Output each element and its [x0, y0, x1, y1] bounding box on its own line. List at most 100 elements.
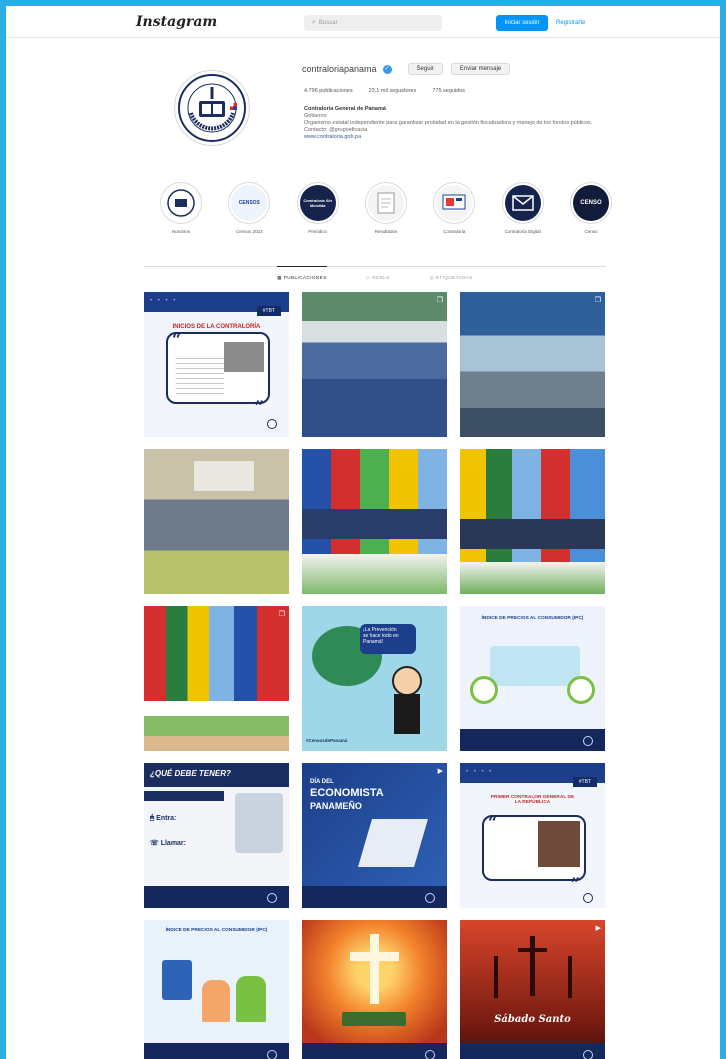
hand-photo	[235, 793, 283, 853]
person-illustration	[202, 980, 230, 1022]
post-dots: • • • •	[150, 298, 178, 304]
post-ipc[interactable]: ÍNDICE DE PRECIOS AL CONSUMIDOR (IPC)	[460, 606, 605, 751]
profile-stats: 4.796 publicaciones 23,1 mil seguidores …	[304, 88, 465, 94]
speech-banner: ¡La Prevención se hace todo en Panamá!	[360, 624, 416, 654]
highlight-cover: Contraloría Sin Mordida	[299, 185, 336, 221]
bio-website-link[interactable]: www.contraloria.gob.pa	[304, 134, 612, 141]
flower-row	[302, 554, 447, 594]
profile-avatar[interactable]	[174, 70, 250, 146]
signup-link[interactable]: Registrarte	[556, 15, 585, 31]
laptop-photo	[358, 819, 428, 867]
highlight-ring	[433, 182, 476, 224]
quote-close-icon: ”	[254, 397, 264, 416]
highlight-label: Periódico	[308, 229, 328, 234]
post-flags-panel-2[interactable]	[460, 449, 605, 594]
post-ipc-2[interactable]: ÍNDICE DE PRECIOS AL CONSUMIDOR (IPC)	[144, 920, 289, 1059]
posts-grid: • • • • #TBT INICIOS DE LA CONTRALORÍA “…	[144, 292, 606, 1059]
llamar-label: ☏ Llamar:	[150, 840, 186, 847]
seal-icon	[163, 185, 199, 221]
instagram-logo[interactable]: Instagram	[136, 14, 217, 30]
carousel-icon: ❐	[278, 611, 285, 618]
tab-tagged-label: ETIQUETADAS	[435, 275, 473, 280]
followers-count[interactable]: 23,1 mil seguidores	[369, 88, 417, 94]
logo-icon	[583, 893, 593, 903]
follow-button[interactable]: Seguir	[407, 63, 443, 75]
highlight-label: Contraloría Digital	[504, 229, 541, 234]
screen-icon	[436, 185, 473, 221]
login-button[interactable]: Iniciar sesión	[496, 15, 548, 31]
highlight-ring	[364, 182, 407, 224]
post-tag: #TBT	[572, 777, 597, 787]
post-flags-panel[interactable]	[302, 449, 447, 594]
card-graphic	[490, 646, 580, 686]
carousel-icon: ❐	[436, 297, 443, 304]
logo-icon	[267, 419, 277, 429]
logo-icon	[583, 736, 593, 746]
tab-tagged[interactable]: ◎ ETIQUETADAS	[430, 267, 473, 281]
person-illustration-2	[236, 976, 266, 1022]
post-title: PRIMER CONTRALOR GENERAL DE LA REPÚBLICA	[490, 795, 575, 805]
message-button[interactable]: Enviar mensaje	[450, 63, 511, 75]
quote-bubble: “ ”	[166, 330, 270, 416]
search-placeholder: Buscar	[318, 20, 338, 26]
highlight-resultados[interactable]: Resultados	[361, 182, 411, 234]
portrait-photo	[538, 821, 580, 867]
highlight-ring: CENSO	[569, 182, 612, 224]
logo-icon	[425, 1050, 435, 1059]
post-sabado-santo[interactable]: Sábado Santo ▶	[460, 920, 605, 1059]
cross-right	[568, 956, 572, 998]
post-group-photo[interactable]: ❐	[302, 292, 447, 437]
highlight-ring	[501, 182, 544, 224]
economista-line1: DÍA DEL	[310, 779, 334, 785]
subtitle-band	[144, 791, 224, 801]
highlight-ring: CENSOS	[228, 182, 271, 224]
highlight-periodico[interactable]: Contraloría Sin Mordida Periódico	[293, 182, 343, 234]
highlight-contraloria-digital[interactable]: Contraloría Digital	[498, 182, 548, 234]
mascot-head	[392, 666, 422, 696]
post-tbt-primer-contralor[interactable]: • • • • #TBT PRIMER CONTRALOR GENERAL DE…	[460, 763, 605, 908]
highlight-nosotros[interactable]: Nosotros	[156, 182, 206, 234]
post-dots: • • • •	[466, 769, 494, 775]
tab-posts[interactable]: ▦ PUBLICACIONES	[277, 266, 327, 281]
highlight-contraloria[interactable]: Contraloría	[429, 182, 479, 234]
verified-badge-icon: ✓	[382, 64, 392, 74]
post-que-debe-tener[interactable]: ¿QUÉ DEBE TENER? 🖱 Entra: ☏ Llamar:	[144, 763, 289, 908]
post-assembly-photo[interactable]	[144, 449, 289, 594]
post-event-photo[interactable]: ❐	[460, 292, 605, 437]
tab-reels-label: REELS	[372, 275, 390, 280]
post-tbt-inicios[interactable]: • • • • #TBT INICIOS DE LA CONTRALORÍA “…	[144, 292, 289, 437]
search-icon: ⌕	[312, 19, 316, 26]
post-dia-economista[interactable]: DÍA DEL ECONOMISTA PANAMEÑO ▶	[302, 763, 447, 908]
post-cross-sunset[interactable]	[302, 920, 447, 1059]
prevencion-line2: se hace todo en Panamá!	[363, 633, 399, 645]
flower-row	[460, 562, 605, 594]
highlight-censo[interactable]: CENSO Censo	[566, 182, 616, 234]
quote-open-icon: “	[172, 330, 182, 349]
top-navigation: Instagram ⌕ Buscar Iniciar sesión Registr…	[6, 6, 720, 38]
cross-center	[530, 936, 535, 996]
percent-circle-right	[567, 676, 595, 704]
bio-contact[interactable]: Contacto: @grupoeficacia	[304, 127, 612, 134]
highlight-cover: CENSOS	[231, 185, 268, 221]
highlight-censos-2023[interactable]: CENSOS Censos 2023	[224, 182, 274, 234]
chart-graphic	[162, 960, 192, 1000]
cross-left	[494, 956, 498, 998]
post-flags-row[interactable]: ❐	[144, 606, 289, 751]
quote-bubble: “ ”	[482, 813, 586, 893]
post-prevencion[interactable]: ¡La Prevención se hace todo en Panamá! #…	[302, 606, 447, 751]
tab-reels[interactable]: ▷ REELS	[367, 267, 390, 281]
search-input[interactable]: ⌕ Buscar	[304, 15, 442, 31]
highlight-label: Censo	[584, 229, 598, 234]
post-title: ÍNDICE DE PRECIOS AL CONSUMIDOR (IPC)	[165, 928, 268, 933]
contraloria-seal-icon	[178, 74, 246, 142]
highlight-label: Resultados	[374, 229, 398, 234]
screen-backdrop	[194, 461, 254, 491]
bio-name: Contraloría General de Panamá	[304, 106, 386, 112]
text-lines	[176, 354, 224, 394]
following-count[interactable]: 775 seguidos	[432, 88, 465, 94]
cross-center-arm	[518, 948, 547, 952]
post-title: ÍNDICE DE PRECIOS AL CONSUMIDOR (IPC)	[481, 616, 584, 621]
posts-count: 4.796 publicaciones	[304, 88, 353, 94]
stage-floor	[144, 701, 289, 751]
highlight-label: Contraloría	[443, 229, 466, 234]
